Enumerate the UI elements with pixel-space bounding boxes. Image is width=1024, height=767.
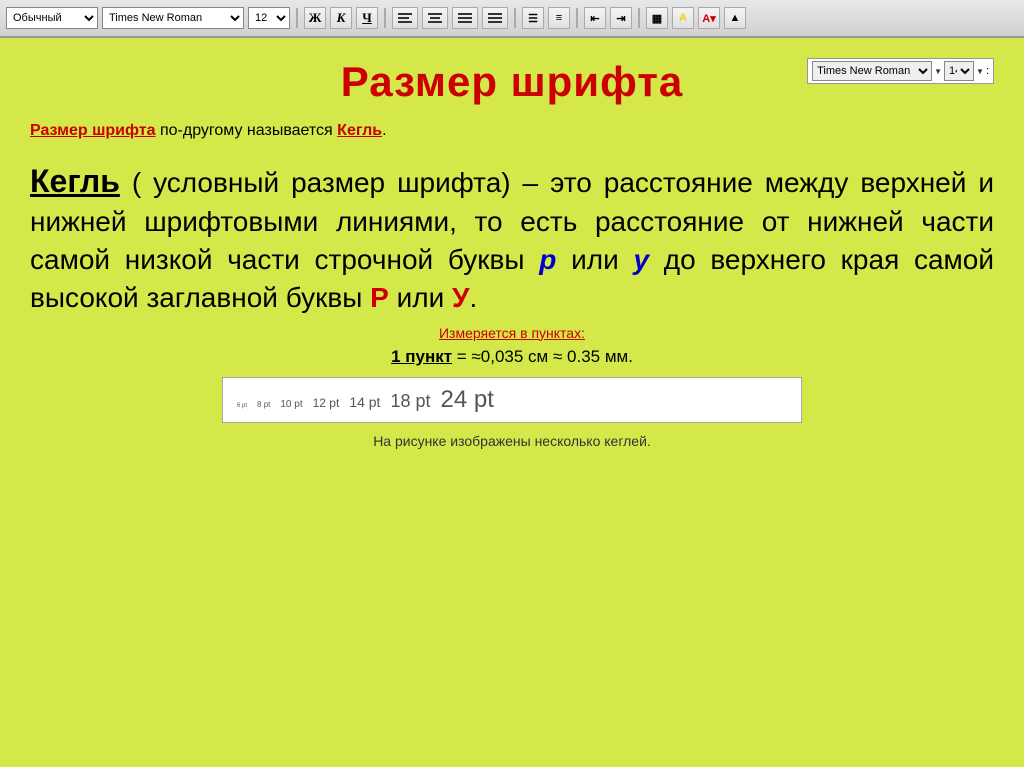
demo-12pt: 12 pt (313, 396, 340, 410)
font-box-arrow-icon: ▼ (934, 67, 942, 76)
demo-18pt: 18 pt (390, 391, 430, 412)
align-right-icon (456, 11, 474, 25)
body-text-5: . (469, 282, 477, 313)
size-select[interactable]: 12 (249, 8, 289, 28)
punkt-line: 1 пункт = ≈0,035 см ≈ 0.35 мм. (30, 347, 994, 367)
subtitle-link-razmer[interactable]: Размер шрифта (30, 122, 156, 139)
numbered-list-button[interactable]: ≡ (548, 7, 570, 29)
separator-5 (638, 8, 640, 28)
separator-1 (296, 8, 298, 28)
demo-14pt: 14 pt (349, 394, 380, 410)
body-paragraph: Кегль ( условный размер шрифта) – это ра… (30, 160, 994, 317)
separator-3 (514, 8, 516, 28)
font-demo-box: 6 pt 8 pt 10 pt 12 pt 14 pt 18 pt 24 pt (222, 377, 802, 423)
italic-button[interactable]: К (330, 7, 352, 29)
body-text-4: или (389, 282, 452, 313)
align-left-icon (396, 11, 414, 25)
list-button[interactable]: ☰ (522, 7, 544, 29)
decrease-indent-button[interactable]: ⇤ (584, 7, 606, 29)
style-select[interactable]: Обычный (7, 8, 97, 28)
body-text-2: или (556, 244, 633, 275)
demo-8pt: 8 pt (257, 400, 270, 409)
subtitle-link-kegl[interactable]: Кегль (337, 122, 382, 139)
border-button[interactable]: ▦ (646, 7, 668, 29)
align-center-button[interactable] (422, 7, 448, 29)
punkt-label: 1 пункт (391, 347, 452, 366)
letter-y: у (633, 244, 649, 275)
punkt-eq: = ≈0,035 см ≈ 0.35 мм. (452, 347, 633, 366)
subtitle-line: Размер шрифта по-другому называется Кегл… (30, 122, 994, 140)
subtitle-end: . (382, 122, 386, 139)
align-center-icon (426, 11, 444, 25)
align-right-button[interactable] (452, 7, 478, 29)
size-select-wrapper[interactable]: 12 (248, 7, 290, 29)
font-box-size-select[interactable]: 14 (944, 61, 974, 81)
font-select-wrapper[interactable]: Times New Roman (102, 7, 244, 29)
align-left-button[interactable] (392, 7, 418, 29)
letter-Y: У (452, 282, 469, 313)
font-example-box: Times New Roman ▼ 14 ▼ : (807, 58, 994, 84)
underline-button[interactable]: Ч (356, 7, 378, 29)
separator-4 (576, 8, 578, 28)
caption: На рисунке изображены несколько кеглей. (30, 433, 994, 449)
main-content: Times New Roman ▼ 14 ▼ : Размер шрифта Р… (0, 38, 1024, 767)
bold-button[interactable]: Ж (304, 7, 326, 29)
style-select-wrapper[interactable]: Обычный (6, 7, 98, 29)
font-color-button[interactable]: A▾ (698, 7, 720, 29)
font-box-size-arrow-icon: ▼ (976, 67, 984, 76)
subtitle-text-middle: по-другому называется (156, 122, 338, 139)
font-box-extra: : (986, 65, 989, 77)
align-justify-button[interactable] (482, 7, 508, 29)
toolbar: Обычный Times New Roman 12 Ж К Ч ☰ (0, 0, 1024, 38)
demo-24pt: 24 pt (441, 386, 494, 414)
letter-p: р (539, 244, 556, 275)
demo-10pt: 10 pt (280, 399, 302, 410)
increase-indent-button[interactable]: ⇥ (610, 7, 632, 29)
extra-button[interactable]: ▲ (724, 7, 746, 29)
font-box-select[interactable]: Times New Roman (812, 61, 932, 81)
letter-P: Р (370, 282, 389, 313)
separator-2 (384, 8, 386, 28)
demo-6pt: 6 pt (237, 403, 247, 409)
highlight-button[interactable]: A (672, 7, 694, 29)
term-kegl: Кегль (30, 163, 120, 199)
measured-line: Измеряется в пунктах: (30, 325, 994, 341)
font-select[interactable]: Times New Roman (103, 8, 243, 28)
align-justify-icon (486, 11, 504, 25)
